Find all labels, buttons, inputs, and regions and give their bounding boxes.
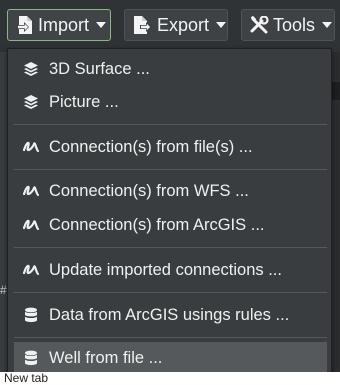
menu-divider <box>14 337 327 338</box>
layers-icon <box>22 93 40 111</box>
menu-item-update-imported-connections[interactable]: Update imported connections ... <box>14 254 327 286</box>
squiggle-icon <box>22 182 40 200</box>
menu-item-label: Connection(s) from ArcGIS ... <box>49 215 265 234</box>
menu-item-label: Well from file ... <box>49 348 163 367</box>
menu-item-well-from-file[interactable]: Well from file ... <box>14 342 327 374</box>
menu-divider <box>14 124 327 125</box>
toolbar: Import Export Tools <box>0 0 340 52</box>
menu-item-label: 3D Surface ... <box>49 59 150 78</box>
squiggle-icon <box>22 261 40 279</box>
export-button[interactable]: Export <box>124 9 228 41</box>
menu-item-label: Update imported connections ... <box>49 260 282 279</box>
background-panel-edge-right <box>332 82 340 100</box>
tools-icon <box>250 15 269 35</box>
menu-item-connections-from-wfs[interactable]: Connection(s) from WFS ... <box>14 175 327 207</box>
import-dropdown-menu: 3D Surface ... Picture ... Connection(s)… <box>7 48 332 374</box>
menu-item-label: Picture ... <box>49 92 119 111</box>
menu-item-label: Connection(s) from WFS ... <box>49 181 249 200</box>
import-button[interactable]: Import <box>7 9 111 41</box>
menu-divider <box>14 169 327 170</box>
new-tab-tooltip: New tab <box>4 371 49 385</box>
export-label: Export <box>157 14 210 35</box>
menu-item-label: Connection(s) from file(s) ... <box>49 137 253 156</box>
menu-item-3d-surface[interactable]: 3D Surface ... <box>14 53 327 85</box>
chevron-down-icon <box>96 22 107 28</box>
squiggle-icon <box>22 138 40 156</box>
menu-item-label: Data from ArcGIS usings rules ... <box>49 305 290 324</box>
database-icon <box>22 306 40 324</box>
menu-item-connections-from-files[interactable]: Connection(s) from file(s) ... <box>14 131 327 163</box>
layers-icon <box>22 60 40 78</box>
file-export-icon <box>133 15 153 35</box>
chevron-down-icon <box>322 22 333 28</box>
menu-item-connections-from-arcgis[interactable]: Connection(s) from ArcGIS ... <box>14 209 327 241</box>
tools-label: Tools <box>273 14 316 35</box>
menu-divider <box>14 292 327 293</box>
squiggle-icon <box>22 216 40 234</box>
background-glyph: # <box>0 283 7 297</box>
database-icon <box>22 349 40 367</box>
menu-item-picture[interactable]: Picture ... <box>14 86 327 118</box>
browser-status-bar <box>0 372 340 385</box>
menu-item-data-from-arcgis[interactable]: Data from ArcGIS usings rules ... <box>14 299 327 331</box>
chevron-down-icon <box>216 22 227 28</box>
menu-divider <box>14 247 327 248</box>
tools-button[interactable]: Tools <box>241 9 335 41</box>
import-label: Import <box>38 14 90 35</box>
file-import-icon <box>16 15 34 35</box>
